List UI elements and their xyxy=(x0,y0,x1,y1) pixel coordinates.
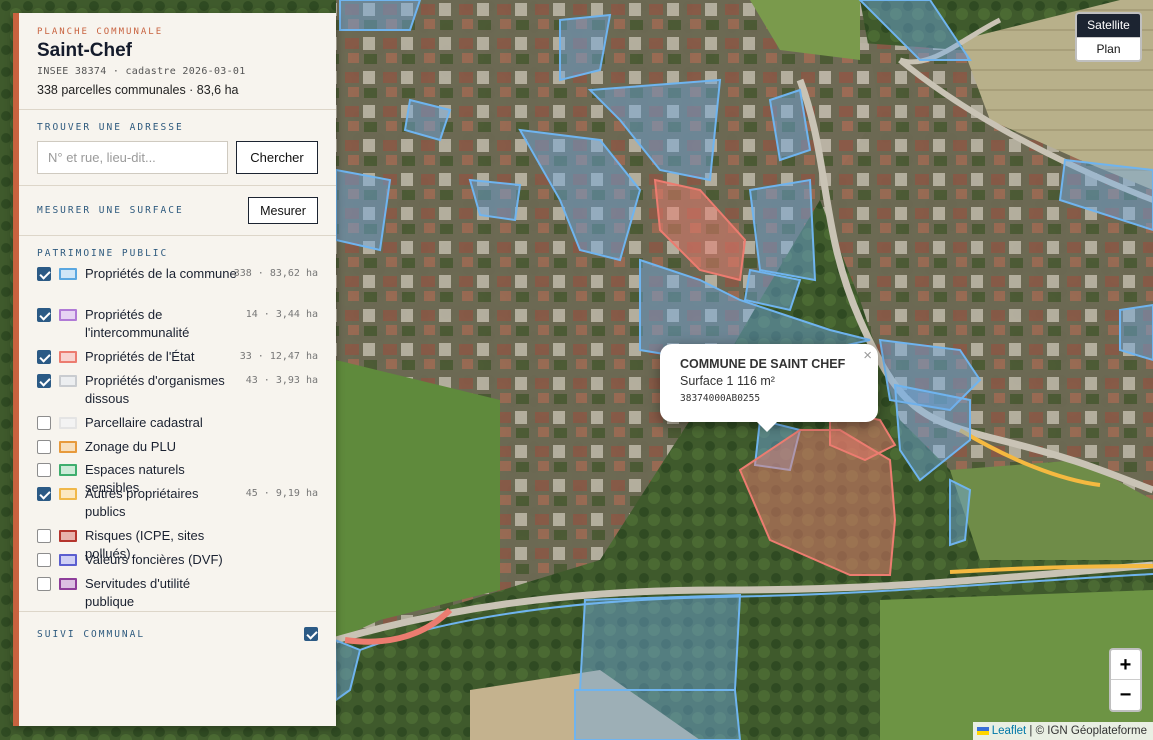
layer-row[interactable]: Propriétés de l'intercommunalité 14 · 3,4… xyxy=(37,306,318,342)
layer-checkbox[interactable] xyxy=(37,577,51,591)
zoom-out-button[interactable]: − xyxy=(1111,680,1140,710)
layer-label: Autres propriétaires publics xyxy=(85,486,199,519)
layer-color-swatch xyxy=(59,530,77,542)
layer-color-swatch xyxy=(59,488,77,500)
commune-title: Saint-Chef xyxy=(37,40,132,61)
layer-label: Propriétés de l'État xyxy=(85,349,195,364)
layer-stat: 33 · 12,47 ha xyxy=(239,351,318,362)
layers-section: PATRIMOINE PUBLIC Propriétés de la commu… xyxy=(19,236,336,612)
address-search-section: TROUVER UNE ADRESSE Chercher xyxy=(19,110,336,186)
layer-stat: 338 · 83,62 ha xyxy=(233,268,318,279)
basemap-switch: Satellite Plan xyxy=(1075,12,1142,62)
parcel-popup: × COMMUNE DE SAINT CHEF Surface 1 116 m²… xyxy=(660,344,878,432)
commune-summary: 338 parcelles communales · 83,6 ha xyxy=(37,83,239,97)
layer-color-swatch xyxy=(59,351,77,363)
basemap-plan-button[interactable]: Plan xyxy=(1077,37,1140,60)
layer-row[interactable]: Propriétés de la commune 338 · 83,62 ha xyxy=(37,265,318,301)
layer-row[interactable]: Zonage du PLU xyxy=(37,438,318,456)
layer-label: Valeurs foncières (DVF) xyxy=(85,552,223,567)
layer-label: Propriétés d'organismes dissous xyxy=(85,373,225,406)
layer-checkbox[interactable] xyxy=(37,440,51,454)
layer-label: Parcellaire cadastral xyxy=(85,415,203,430)
layer-checkbox[interactable] xyxy=(37,487,51,501)
layer-label: Propriétés de la commune xyxy=(85,266,237,281)
address-search-input[interactable] xyxy=(37,141,228,174)
monitoring-title: SUIVI COMMUNAL xyxy=(37,628,146,640)
popup-parcel-id: 38374000AB0255 xyxy=(680,393,761,404)
layer-checkbox[interactable] xyxy=(37,463,51,477)
layer-color-swatch xyxy=(59,309,77,321)
layer-row[interactable]: Parcellaire cadastral xyxy=(37,414,318,432)
layer-checkbox[interactable] xyxy=(37,350,51,364)
attribution-separator: | xyxy=(1026,725,1036,737)
side-panel: PLANCHE COMMUNALE Saint-Chef INSEE 38374… xyxy=(13,13,336,726)
layer-checkbox[interactable] xyxy=(37,529,51,543)
zoom-control: + − xyxy=(1109,648,1142,712)
layer-checkbox[interactable] xyxy=(37,553,51,567)
layer-row[interactable]: Espaces naturels sensibles xyxy=(37,461,318,495)
layer-label: Zonage du PLU xyxy=(85,439,177,454)
monitoring-section: SUIVI COMMUNAL xyxy=(19,612,336,652)
measure-section: MESURER UNE SURFACE Mesurer xyxy=(19,186,336,236)
attribution-source: © IGN Géoplateforme xyxy=(1035,725,1147,737)
monitoring-checkbox[interactable] xyxy=(304,627,318,641)
layer-row[interactable]: Propriétés de l'État 33 · 12,47 ha xyxy=(37,348,318,366)
layer-label: Servitudes d'utilité publique xyxy=(85,576,191,609)
layer-checkbox[interactable] xyxy=(37,267,51,281)
layer-color-swatch xyxy=(59,441,77,453)
measure-title: MESURER UNE SURFACE xyxy=(37,205,184,216)
map-attribution: Leaflet | © IGN Géoplateforme xyxy=(972,722,1153,740)
layer-checkbox[interactable] xyxy=(37,416,51,430)
layer-row[interactable]: Propriétés d'organismes dissous 43 · 3,93… xyxy=(37,372,318,408)
ukraine-flag-icon xyxy=(976,726,989,735)
zoom-in-button[interactable]: + xyxy=(1111,650,1140,680)
layer-color-swatch xyxy=(59,464,77,476)
popup-title: COMMUNE DE SAINT CHEF xyxy=(680,357,846,371)
layer-stat: 43 · 3,93 ha xyxy=(245,375,318,386)
layer-row[interactable]: Autres propriétaires publics 45 · 9,19 ha xyxy=(37,485,318,521)
address-search-title: TROUVER UNE ADRESSE xyxy=(37,122,184,133)
layer-stat: 14 · 3,44 ha xyxy=(245,309,318,320)
layer-color-swatch xyxy=(59,554,77,566)
layer-color-swatch xyxy=(59,375,77,387)
search-button[interactable]: Chercher xyxy=(236,141,318,174)
layer-row[interactable]: Servitudes d'utilité publique xyxy=(37,575,318,609)
basemap-satellite-button[interactable]: Satellite xyxy=(1077,14,1140,37)
layers-title: PATRIMOINE PUBLIC xyxy=(37,248,169,259)
layer-checkbox[interactable] xyxy=(37,374,51,388)
commune-header: PLANCHE COMMUNALE Saint-Chef INSEE 38374… xyxy=(19,13,336,110)
popup-surface: Surface 1 116 m² xyxy=(680,374,775,388)
layer-color-swatch xyxy=(59,268,77,280)
layer-row[interactable]: Valeurs foncières (DVF) xyxy=(37,551,318,569)
popup-close-icon[interactable]: × xyxy=(863,348,872,364)
measure-button[interactable]: Mesurer xyxy=(248,197,318,224)
layer-color-swatch xyxy=(59,578,77,590)
layer-row[interactable]: Risques (ICPE, sites pollués) xyxy=(37,527,318,561)
commune-meta: INSEE 38374 · cadastre 2026-03-01 xyxy=(37,66,246,77)
layer-checkbox[interactable] xyxy=(37,308,51,322)
leaflet-link[interactable]: Leaflet xyxy=(992,725,1027,737)
layer-stat: 45 · 9,19 ha xyxy=(245,488,318,499)
layer-color-swatch xyxy=(59,417,77,429)
layer-label: Propriétés de l'intercommunalité xyxy=(85,307,190,340)
header-kicker: PLANCHE COMMUNALE xyxy=(37,27,164,37)
